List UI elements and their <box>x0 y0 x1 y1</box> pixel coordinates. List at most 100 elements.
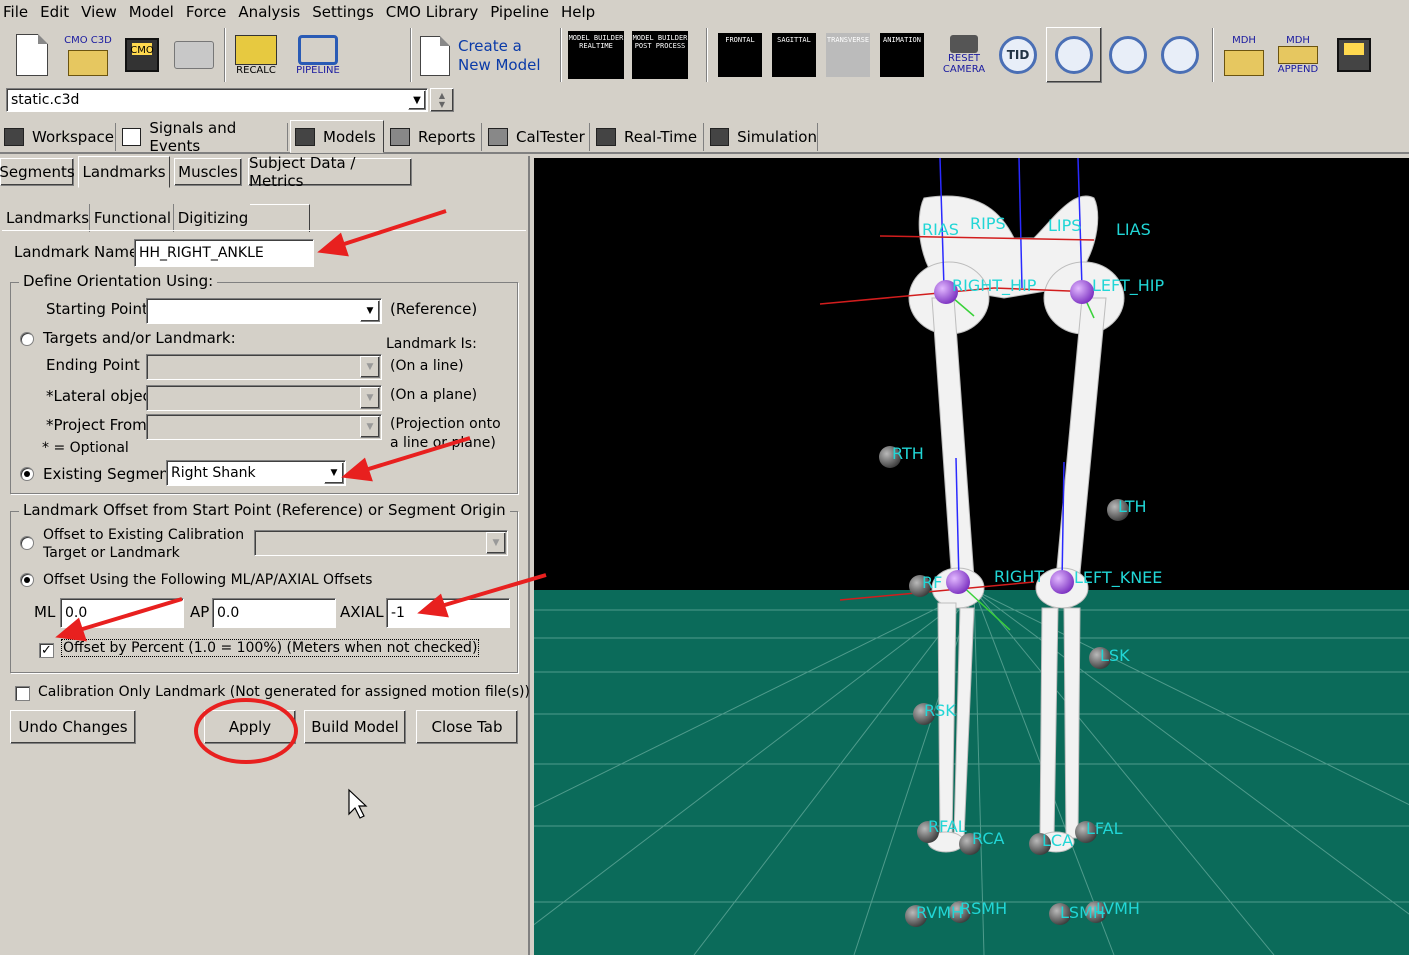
calibration-only-label: Calibration Only Landmark (Not generated… <box>38 684 530 700</box>
chevron-down-icon[interactable]: ▼ <box>408 90 426 110</box>
targets-radio[interactable] <box>20 332 34 346</box>
zoom-person-icon <box>1161 36 1199 74</box>
cmo-label: CMO <box>130 45 154 56</box>
tab-caltester[interactable]: CalTester <box>484 123 590 151</box>
close-tab-button[interactable]: Close Tab <box>416 710 518 744</box>
model-builder-realtime-icon: MODEL BUILDER REALTIME <box>568 31 624 79</box>
menu-pipeline[interactable]: Pipeline <box>487 3 556 21</box>
lateral-object-select[interactable]: ▼ <box>146 385 382 411</box>
undo-changes-button[interactable]: Undo Changes <box>10 710 136 744</box>
project-from-select[interactable]: ▼ <box>146 414 382 440</box>
tab-signals-events[interactable]: Signals and Events <box>118 119 288 155</box>
chevron-down-icon[interactable]: ▼ <box>486 532 506 554</box>
targets-label: Targets and/or Landmark: <box>43 329 236 347</box>
create-new-model-button[interactable]: Create a New Model <box>420 32 550 80</box>
tab-digitizing[interactable]: Digitizing <box>176 204 250 232</box>
save-cmo-button[interactable]: CMO <box>114 27 170 83</box>
existing-segment-radio[interactable] <box>20 467 34 481</box>
tab-real-time[interactable]: Real-Time <box>592 123 704 151</box>
pipeline-button[interactable]: PIPELINE <box>290 27 346 83</box>
file-select[interactable]: static.c3d ▼ <box>6 88 428 112</box>
offset-existing-radio[interactable] <box>20 536 34 550</box>
sagittal-view-button[interactable]: SAGITTAL <box>766 27 822 83</box>
tab-reports[interactable]: Reports <box>386 123 482 151</box>
recalc-button[interactable]: RECALC <box>228 27 284 83</box>
tab-simulation[interactable]: Simulation <box>706 123 818 151</box>
spin-down-icon[interactable]: ▼ <box>439 100 445 109</box>
frontal-view-button[interactable]: FRONTAL <box>712 27 768 83</box>
open-cmo-c3d-button[interactable]: CMO C3D <box>60 27 116 83</box>
menu-analysis[interactable]: Analysis <box>235 3 307 21</box>
existing-segment-select[interactable]: Right Shank ▼ <box>166 460 346 486</box>
mdh-open-button[interactable]: MDH <box>1216 27 1272 83</box>
chevron-down-icon[interactable]: ▼ <box>360 300 380 322</box>
mdh-save-button[interactable] <box>1326 27 1382 83</box>
tab-functional[interactable]: Functional <box>92 204 174 232</box>
menu-bar: File Edit View Model Force Analysis Sett… <box>0 0 1409 24</box>
landmark-name-value: HH_RIGHT_ANKLE <box>139 245 264 261</box>
zoom-person-button[interactable] <box>1152 27 1208 83</box>
menu-view[interactable]: View <box>78 3 124 21</box>
tab-workspace[interactable]: Workspace <box>0 123 116 151</box>
tab-models[interactable]: Models <box>290 120 384 153</box>
tab-subject-data[interactable]: Subject Data / Metrics <box>248 154 412 190</box>
mdh-append-label: APPEND <box>1277 64 1319 75</box>
ending-point-select[interactable]: ▼ <box>146 354 382 380</box>
apply-button[interactable]: Apply <box>204 710 296 744</box>
build-model-button[interactable]: Build Model <box>304 710 406 744</box>
spin-up-icon[interactable]: ▲ <box>439 91 445 100</box>
menu-model[interactable]: Model <box>126 3 181 21</box>
ml-input[interactable]: 0.0 <box>60 598 184 628</box>
menu-file[interactable]: File <box>0 3 35 21</box>
marker-label: RTH <box>892 444 924 463</box>
ap-input[interactable]: 0.0 <box>212 598 336 628</box>
new-file-button[interactable] <box>4 27 60 83</box>
model-3d-viewport[interactable]: RIAS RIPS LIPS LIAS RIGHT_HIP LEFT_HIP R… <box>534 158 1409 955</box>
offset-existing-select[interactable]: ▼ <box>254 530 508 556</box>
existing-segment-label: Existing Segment <box>43 465 175 483</box>
chevron-down-icon[interactable]: ▼ <box>324 462 344 484</box>
tab-landmarks-inner[interactable]: Landmarks <box>6 204 90 232</box>
mdh-append-folder-icon <box>1278 46 1318 64</box>
model-builder-realtime-button[interactable]: MODEL BUILDER REALTIME <box>568 27 624 83</box>
animation-button[interactable]: ANIMATION <box>874 27 930 83</box>
chevron-down-icon[interactable]: ▼ <box>360 387 380 409</box>
tab-landmarks[interactable]: Landmarks <box>78 156 170 188</box>
menu-force[interactable]: Force <box>183 3 234 21</box>
starting-point-select[interactable]: ▼ <box>146 298 382 324</box>
marker-label: RIPS <box>970 214 1006 233</box>
mdh-append-button[interactable]: MDH APPEND <box>1270 27 1326 83</box>
tid-icon: TID <box>999 36 1037 74</box>
tab-muscles[interactable]: Muscles <box>174 158 242 186</box>
offset-following-radio[interactable] <box>20 573 34 587</box>
ap-value: 0.0 <box>217 605 240 621</box>
chevron-down-icon[interactable]: ▼ <box>360 356 380 378</box>
on-plane-label: (On a plane) <box>390 387 478 403</box>
axial-input[interactable]: -1 <box>386 598 510 628</box>
zoom-body-button[interactable] <box>1046 27 1102 83</box>
marker-label: LCA <box>1042 831 1073 850</box>
offset-percent-checkbox[interactable]: ✓ <box>39 643 54 658</box>
transverse-view-button[interactable]: TRANSVERSE <box>820 27 876 83</box>
ending-point-label: Ending Point <box>46 356 140 374</box>
menu-help[interactable]: Help <box>558 3 602 21</box>
print-button[interactable] <box>166 27 222 83</box>
tab-simulation-label: Simulation <box>737 128 817 146</box>
chevron-down-icon[interactable]: ▼ <box>360 416 380 438</box>
file-spinner[interactable]: ▲ ▼ <box>430 88 454 112</box>
menu-settings[interactable]: Settings <box>309 3 381 21</box>
mdh-folder-icon <box>1224 49 1264 76</box>
zoom-segment-button[interactable] <box>1100 27 1156 83</box>
menu-edit[interactable]: Edit <box>37 3 76 21</box>
tid-button[interactable]: TID <box>990 27 1046 83</box>
reset-camera-button[interactable]: RESET CAMERA <box>936 27 992 83</box>
reset-camera-label-1: RESET <box>947 53 981 64</box>
tab-segments[interactable]: Segments <box>0 158 75 186</box>
calibration-only-checkbox[interactable] <box>15 686 30 701</box>
menu-cmo-library[interactable]: CMO Library <box>383 3 485 21</box>
marker-label: RCA <box>972 829 1004 848</box>
tab-reports-label: Reports <box>418 128 476 146</box>
marker-label: LEFT_HIP <box>1092 276 1164 296</box>
landmark-name-input[interactable]: HH_RIGHT_ANKLE <box>134 239 314 267</box>
model-builder-post-button[interactable]: MODEL BUILDER POST PROCESS <box>632 27 688 83</box>
